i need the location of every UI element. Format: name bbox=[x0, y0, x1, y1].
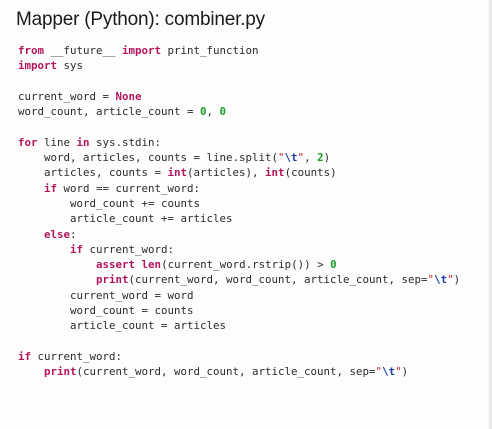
code-line: word_count += counts bbox=[18, 196, 492, 211]
code-token: \t bbox=[284, 151, 298, 165]
code-token: , bbox=[304, 151, 318, 165]
code-token: article_count = articles bbox=[18, 319, 227, 333]
code-token: in bbox=[76, 135, 90, 149]
code-token: current_word = word bbox=[18, 288, 194, 302]
code-token: , bbox=[206, 105, 220, 119]
code-token: word_count = counts bbox=[18, 304, 194, 318]
code-token: ) bbox=[323, 151, 331, 165]
code-line: print(current_word, word_count, article_… bbox=[18, 272, 492, 287]
code-token: print bbox=[96, 273, 129, 287]
code-token: else bbox=[44, 227, 71, 241]
code-line: article_count = articles bbox=[18, 318, 492, 333]
code-token: len bbox=[141, 258, 162, 272]
code-token: None bbox=[115, 89, 142, 103]
code-token: \t bbox=[382, 365, 396, 379]
code-token: 0 bbox=[330, 258, 337, 272]
code-token: line bbox=[37, 135, 77, 149]
code-token: word_count += counts bbox=[18, 196, 201, 210]
code-token: __future__ bbox=[44, 44, 123, 57]
code-token: current_word: bbox=[31, 349, 123, 363]
slide-title: Mapper (Python): combiner.py bbox=[16, 9, 265, 30]
code-token: import bbox=[122, 44, 162, 57]
code-token: current_word: bbox=[83, 242, 175, 256]
code-line: word_count, article_count = 0, 0 bbox=[18, 104, 492, 119]
code-line: for line in sys.stdin: bbox=[18, 135, 492, 150]
code-line: articles, counts = int(articles), int(co… bbox=[18, 165, 492, 180]
code-token: sys.stdin: bbox=[89, 135, 162, 149]
code-line: word_count = counts bbox=[18, 303, 492, 318]
code-token: (articles), bbox=[187, 166, 266, 180]
code-line: current_word = word bbox=[18, 288, 492, 303]
code-token: sys bbox=[57, 59, 84, 73]
code-token: word_count, article_count = bbox=[18, 105, 201, 119]
code-line: word, articles, counts = line.split("\t"… bbox=[18, 150, 492, 165]
code-token: import bbox=[18, 59, 58, 73]
code-token: ) bbox=[453, 273, 461, 287]
code-token: from bbox=[18, 44, 45, 57]
code-token: : bbox=[70, 227, 77, 241]
code-token: \t bbox=[434, 273, 448, 287]
code-line: assert len(current_word.rstrip()) > 0 bbox=[18, 257, 492, 272]
code-line: if current_word: bbox=[18, 242, 492, 257]
code-token: if bbox=[18, 349, 32, 363]
code-token: (current_word, word_count, article_count… bbox=[76, 365, 376, 379]
code-line: print(current_word, word_count, article_… bbox=[18, 364, 492, 379]
code-token: articles, counts = bbox=[18, 166, 168, 180]
code-token: print_function bbox=[161, 44, 259, 57]
code-token: (current_word.rstrip()) > bbox=[161, 258, 331, 272]
code-line: from __future__ import print_function bbox=[18, 43, 492, 58]
code-token: assert bbox=[96, 258, 136, 272]
code-token: if bbox=[44, 181, 58, 195]
code-token: ) bbox=[401, 365, 409, 379]
code-token: int bbox=[265, 166, 285, 180]
code-token: print bbox=[44, 365, 77, 379]
code-line: article_count += articles bbox=[18, 211, 492, 226]
slide: Mapper (Python): combiner.py from __futu… bbox=[0, 0, 492, 429]
code-token: for bbox=[18, 135, 38, 149]
code-token: if bbox=[70, 242, 84, 256]
code-token: (current_word, word_count, article_count… bbox=[128, 273, 428, 287]
code-token: word == current_word: bbox=[57, 181, 201, 195]
code-line: if current_word: bbox=[18, 349, 492, 364]
code-line: import sys bbox=[18, 58, 492, 73]
code-line: if word == current_word: bbox=[18, 181, 492, 196]
code-token: article_count += articles bbox=[18, 212, 233, 226]
code-token: int bbox=[167, 166, 188, 180]
code-token: 0 bbox=[219, 105, 227, 119]
code-line: current_word = None bbox=[18, 89, 492, 104]
code-token: current_word = bbox=[18, 89, 116, 103]
code-line: else: bbox=[18, 227, 492, 242]
code-token: word, articles, counts = line.split( bbox=[18, 151, 279, 165]
code-block: from __future__ import print_function imp… bbox=[18, 43, 492, 380]
code-token: (counts) bbox=[284, 166, 337, 180]
